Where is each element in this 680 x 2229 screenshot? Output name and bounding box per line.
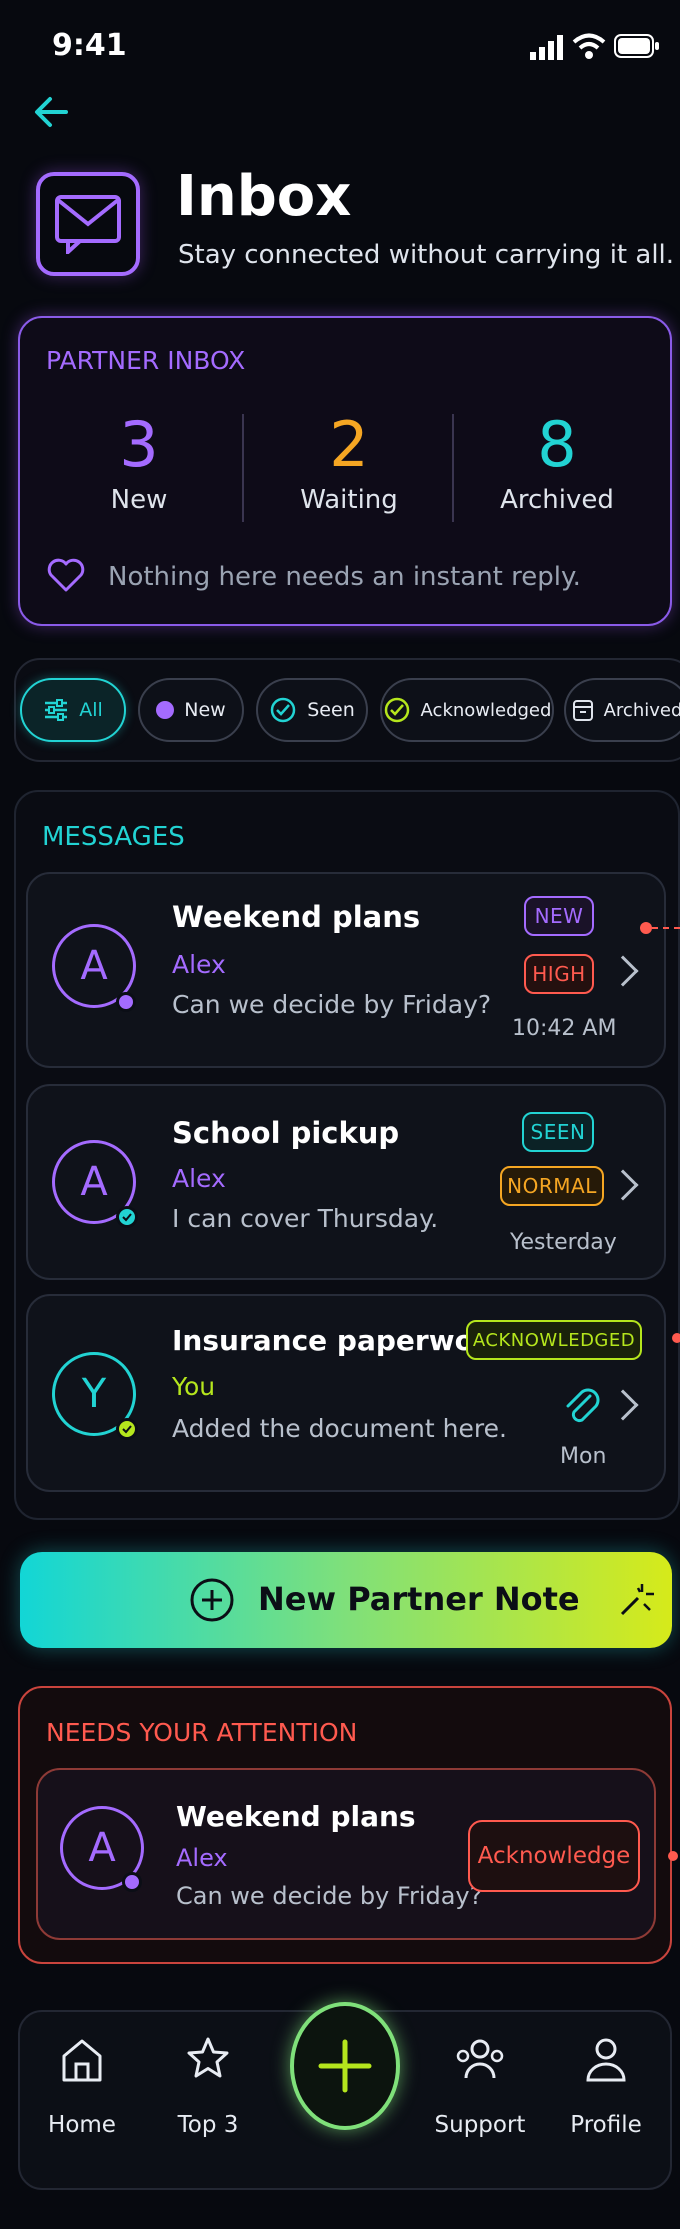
stat-archived[interactable]: 8 Archived	[472, 408, 642, 515]
message-title: School pickup	[172, 1116, 400, 1150]
heart-icon	[47, 558, 85, 592]
status-badge: ACKNOWLEDGED	[466, 1320, 642, 1360]
attention-sender: Alex	[176, 1844, 228, 1872]
support-people-icon	[456, 2039, 504, 2079]
filter-chip-archived[interactable]: Archived	[564, 678, 680, 742]
stat-divider	[242, 414, 244, 522]
filter-chip-new[interactable]: New	[138, 678, 244, 742]
stat-waiting[interactable]: 2 Waiting	[264, 408, 434, 515]
paperclip-icon	[566, 1388, 600, 1423]
message-card[interactable]: A Weekend plans Alex Can we decide by Fr…	[26, 872, 666, 1068]
filter-chip-label: Seen	[307, 699, 355, 721]
page-subtitle: Stay connected without carrying it all.	[178, 240, 675, 270]
stat-archived-value: 8	[537, 408, 577, 481]
seen-check-icon	[116, 1206, 138, 1228]
arrow-left-icon	[35, 97, 68, 127]
stat-archived-label: Archived	[500, 485, 614, 515]
wifi-icon	[572, 32, 606, 60]
message-title: Insurance paperwork	[172, 1324, 507, 1357]
stat-new-value: 3	[119, 408, 159, 481]
acknowledge-button[interactable]: Acknowledge	[468, 1820, 640, 1892]
filter-chip-acknowledged[interactable]: Acknowledged	[380, 678, 554, 742]
filter-chip-label: Acknowledged	[420, 699, 552, 721]
stat-waiting-value: 2	[329, 408, 369, 481]
partner-inbox-heading: PARTNER INBOX	[46, 346, 246, 375]
filter-chip-label: All	[79, 699, 103, 721]
archive-box-icon	[572, 700, 593, 721]
unread-dot	[116, 992, 136, 1012]
connector-dot	[672, 1333, 680, 1343]
plus-icon	[318, 2039, 372, 2093]
new-partner-note-label: New Partner Note	[258, 1580, 580, 1618]
filter-chip-label: Archived	[603, 699, 680, 721]
nav-label: Top 3	[177, 2112, 239, 2138]
sparkle-icon	[620, 1584, 654, 1616]
attention-heading: NEEDS YOUR ATTENTION	[46, 1718, 358, 1747]
purple-dot-icon	[156, 701, 175, 719]
filter-chip-seen[interactable]: Seen	[256, 678, 368, 742]
priority-badge: NORMAL	[500, 1166, 604, 1206]
profile-icon	[586, 2038, 626, 2082]
sliders-icon	[45, 699, 68, 721]
nav-profile[interactable]: Profile	[546, 2030, 666, 2170]
message-sender: You	[172, 1372, 216, 1401]
new-partner-note-button[interactable]: New Partner Note	[20, 1552, 672, 1648]
stat-new-label: New	[110, 485, 168, 515]
nav-home[interactable]: Home	[22, 2030, 142, 2170]
nav-add-button[interactable]	[290, 2002, 400, 2130]
stat-new[interactable]: 3 New	[54, 408, 224, 515]
nav-support[interactable]: Support	[420, 2030, 540, 2170]
chevron-right-icon	[607, 1169, 639, 1201]
message-preview: I can cover Thursday.	[172, 1204, 439, 1233]
status-badge: NEW	[524, 896, 594, 936]
message-card[interactable]: A School pickup Alex I can cover Thursda…	[26, 1084, 666, 1280]
chevron-right-icon	[607, 1389, 639, 1421]
nav-top3[interactable]: Top 3	[148, 2030, 268, 2170]
connector-dot	[668, 1851, 678, 1861]
message-sender: Alex	[172, 950, 226, 979]
signal-icon	[530, 34, 566, 60]
connector-dot	[640, 922, 652, 934]
priority-badge: HIGH	[524, 954, 594, 994]
page-title: Inbox	[176, 164, 352, 229]
check-badge-icon	[384, 697, 409, 723]
stat-divider	[452, 414, 454, 522]
message-time: Yesterday	[510, 1230, 617, 1255]
plus-circle-icon	[190, 1578, 234, 1622]
filter-chip-label: New	[184, 699, 226, 721]
message-preview: Added the document here.	[172, 1414, 507, 1443]
status-badge: SEEN	[522, 1112, 594, 1152]
attention-preview: Can we decide by Friday?	[176, 1882, 483, 1910]
chevron-right-icon	[607, 955, 639, 987]
star-icon	[187, 2037, 229, 2078]
message-title: Weekend plans	[172, 900, 421, 934]
nav-label: Home	[48, 2112, 116, 2138]
message-time: 10:42 AM	[512, 1016, 617, 1041]
partner-inbox-note: Nothing here needs an instant reply.	[108, 562, 581, 592]
unread-dot	[122, 1872, 142, 1892]
nav-label: Profile	[570, 2112, 642, 2138]
status-bar: 9:41	[0, 0, 680, 90]
inbox-logo	[36, 172, 140, 276]
check-circle-icon	[271, 697, 296, 723]
filter-chip-all[interactable]: All	[20, 678, 126, 742]
stat-waiting-label: Waiting	[300, 485, 398, 515]
message-time: Mon	[560, 1444, 607, 1469]
home-icon	[62, 2039, 102, 2082]
battery-icon	[614, 34, 660, 58]
message-preview: Can we decide by Friday?	[172, 990, 492, 1019]
nav-label: Support	[434, 2112, 526, 2138]
messages-heading: MESSAGES	[42, 822, 185, 852]
message-sender: Alex	[172, 1164, 226, 1193]
partner-inbox-card: PARTNER INBOX 3 New 2 Waiting 8 Archived…	[18, 316, 672, 626]
back-button[interactable]	[30, 90, 74, 134]
mail-icon	[55, 195, 121, 254]
attention-title: Weekend plans	[176, 1800, 416, 1833]
status-time: 9:41	[52, 28, 127, 63]
acknowledged-check-icon	[116, 1418, 138, 1440]
connector-line	[652, 927, 680, 929]
message-card[interactable]: Y Insurance paperwork You Added the docu…	[26, 1294, 666, 1492]
